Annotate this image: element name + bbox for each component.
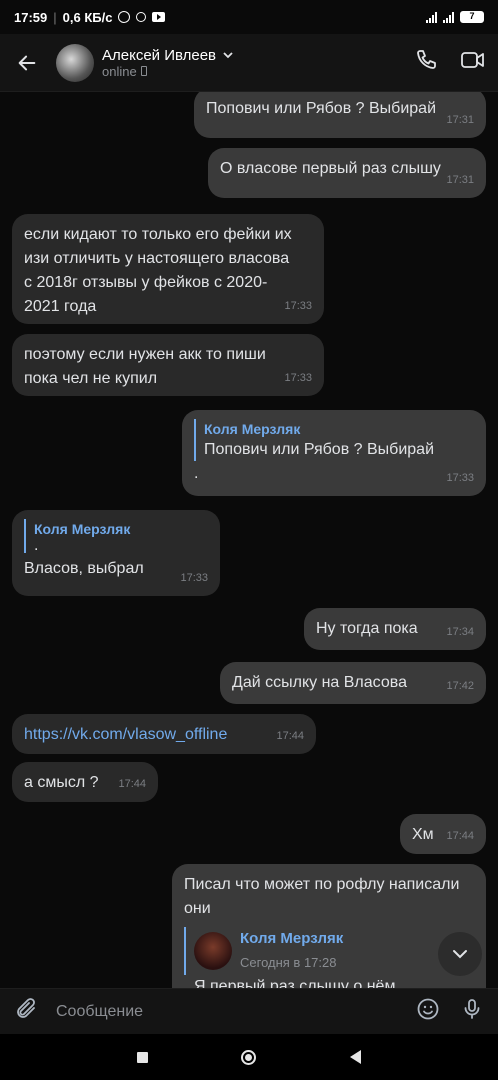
message-time: 17:33 (446, 472, 474, 484)
message-bubble[interactable]: Ну тогда пока 17:34 (304, 608, 486, 650)
reply-quote[interactable]: Коля Мерзляк Попович или Рябов ? Выбирай (194, 419, 474, 461)
message-bubble[interactable]: https://vk.com/vlasow_offline 17:44 (12, 714, 316, 754)
reply-author: Коля Мерзляк (34, 521, 131, 537)
emoji-button[interactable] (416, 997, 440, 1026)
system-back-button[interactable] (350, 1050, 362, 1064)
chevron-down-icon (223, 52, 233, 59)
voice-message-button[interactable] (460, 997, 484, 1026)
status-time: 17:59 (14, 9, 48, 25)
alarm-icon (118, 11, 131, 23)
message-time: 17:34 (446, 626, 474, 638)
message-text: Попович или Рябов ? Выбирай (206, 100, 436, 117)
message-bubble[interactable]: если кидают то только его фейки их изи о… (12, 214, 324, 324)
smile-icon (417, 998, 439, 1020)
call-button[interactable] (414, 48, 438, 77)
message-bubble[interactable]: поэтому если нужен акк то пиши пока чел … (12, 334, 324, 396)
message-bubble[interactable]: Попович или Рябов ? Выбирай 17:31 (194, 92, 486, 138)
status-bar: 17:59 | 0,6 КБ/с 7 (0, 0, 498, 34)
home-button[interactable] (241, 1049, 257, 1065)
message-time: 17:42 (446, 680, 474, 692)
message-text: О власове первый раз слышу (220, 160, 441, 177)
message-input[interactable]: Сообщение (56, 1003, 416, 1021)
attach-button[interactable] (14, 997, 38, 1026)
signal-icon (426, 11, 437, 23)
message-bubble[interactable]: О власове первый раз слышу 17:31 (208, 148, 486, 198)
message-text: поэтому если нужен акк то пиши пока чел … (24, 346, 266, 387)
arrow-left-icon (18, 55, 36, 70)
battery-icon: 7 (460, 11, 484, 23)
video-call-button[interactable] (460, 48, 486, 77)
message-list[interactable]: Попович или Рябов ? Выбирай 17:31 О влас… (0, 92, 498, 988)
message-bubble[interactable]: Писал что может по рофлу написали они Ко… (172, 864, 486, 988)
contact-avatar[interactable] (56, 43, 94, 82)
forwarded-avatar (194, 932, 232, 970)
message-time: 17:44 (118, 778, 146, 790)
message-time: 17:44 (276, 730, 304, 742)
message-bubble[interactable]: а смысл ? 17:44 (12, 762, 158, 802)
reply-text: . (34, 537, 39, 554)
status-speed: 0,6 КБ/с (62, 9, 113, 25)
message-time: 17:33 (284, 300, 312, 312)
recents-button[interactable] (136, 1051, 148, 1063)
mobile-icon (140, 66, 147, 76)
signal-icon-2 (443, 11, 454, 23)
contact-info[interactable]: Алексей Ивлеев online (102, 47, 234, 79)
message-bubble[interactable]: Коля Мерзляк . Власов, выбрал 17:33 (12, 510, 220, 596)
forwarded-text: Я первый раз слышу о нём (194, 978, 396, 988)
paperclip-icon (17, 998, 35, 1018)
message-bubble[interactable]: Дай ссылку на Власова 17:42 (220, 662, 486, 704)
message-link[interactable]: https://vk.com/vlasow_offline (24, 723, 304, 747)
message-time: 17:31 (446, 114, 474, 126)
reply-text: Попович или Рябов ? Выбирай (204, 441, 434, 458)
contact-status: online (102, 63, 137, 79)
message-time: 17:33 (284, 372, 312, 384)
microphone-icon (464, 999, 480, 1019)
message-text: . (194, 465, 199, 482)
message-composer: Сообщение (0, 988, 498, 1034)
system-navigation-bar (0, 1034, 498, 1080)
message-bubble[interactable]: Хм 17:44 (400, 814, 486, 854)
message-bubble[interactable]: Коля Мерзляк Попович или Рябов ? Выбирай… (182, 410, 486, 496)
phone-icon (417, 50, 436, 69)
reply-quote[interactable]: Коля Мерзляк . (24, 519, 208, 554)
scroll-down-button[interactable] (438, 932, 482, 976)
chevron-down-icon (453, 950, 467, 959)
message-time: 17:44 (446, 830, 474, 842)
back-button[interactable] (12, 48, 42, 78)
contact-name: Алексей Ивлеев (102, 46, 217, 64)
reply-author: Коля Мерзляк (204, 421, 301, 437)
forwarded-author: Коля Мерзляк (240, 930, 344, 947)
message-time: 17:31 (446, 174, 474, 186)
forwarded-date: Сегодня в 17:28 (240, 955, 337, 970)
forwarded-message[interactable]: Коля Мерзляк Сегодня в 17:28 (184, 927, 474, 975)
message-time: 17:33 (180, 572, 208, 584)
message-text: Дай ссылку на Власова (232, 674, 407, 691)
message-text: если кидают то только его фейки их изи о… (24, 226, 292, 315)
youtube-icon (152, 12, 166, 22)
sync-icon (136, 12, 147, 22)
video-camera-icon (461, 52, 484, 68)
message-text: Писал что может по рофлу написали они (184, 876, 460, 917)
chat-header: Алексей Ивлеев online (0, 34, 498, 92)
